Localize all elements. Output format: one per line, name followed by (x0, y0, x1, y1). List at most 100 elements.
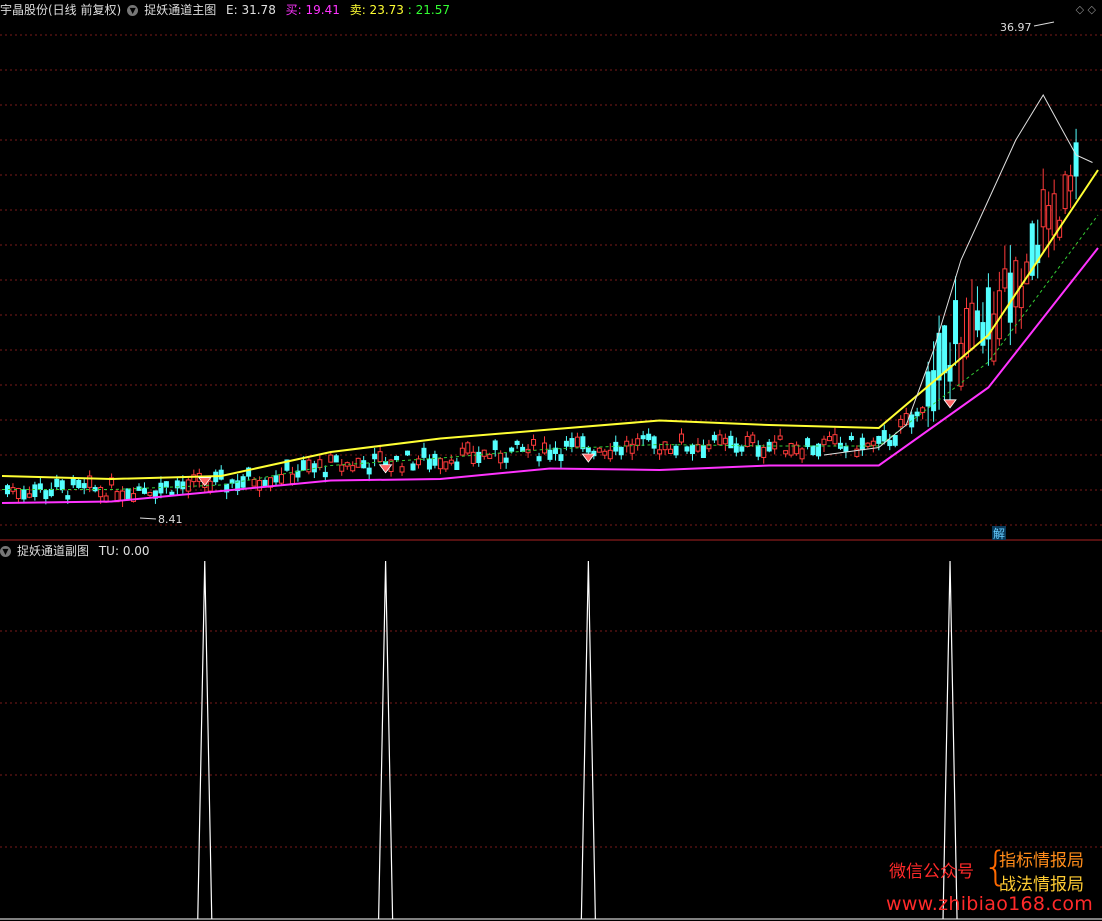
candle (936, 315, 942, 410)
candle (268, 477, 274, 492)
candle (32, 481, 38, 501)
candle (859, 433, 865, 456)
candle-body (953, 300, 959, 345)
candle (448, 454, 454, 466)
candle-body (328, 454, 334, 463)
candle (668, 444, 674, 454)
candle (542, 436, 548, 455)
candle-body (1051, 193, 1057, 236)
jie-badge: 解 (993, 527, 1005, 541)
candle-body (563, 440, 569, 447)
candle (470, 445, 476, 467)
candle (361, 456, 367, 469)
candle-body (1007, 272, 1013, 323)
candle-body (273, 475, 279, 483)
candle-body (459, 447, 465, 456)
candle-body (251, 479, 257, 487)
candle (21, 485, 27, 503)
candle-body (394, 455, 400, 461)
candle (607, 443, 613, 462)
candle (136, 483, 142, 491)
candle-body (898, 418, 904, 428)
candle (503, 452, 509, 469)
watermark-left: 微信公众号 (889, 862, 974, 882)
candle (963, 297, 969, 360)
candle (4, 483, 10, 498)
candle-body (311, 463, 317, 473)
candle (925, 361, 931, 427)
candle (328, 451, 334, 463)
candle-body (322, 471, 328, 478)
candle (558, 448, 564, 468)
candle-body (443, 461, 449, 470)
candle (333, 454, 339, 463)
candle (87, 470, 93, 493)
candle-body (925, 371, 931, 407)
candle-body (32, 484, 38, 498)
tu-spike (378, 560, 394, 920)
candle (454, 457, 460, 471)
candle (26, 486, 32, 499)
candle-body (158, 482, 164, 494)
candle-body (43, 490, 49, 500)
candle (744, 431, 750, 448)
watermark-right-1: 指标情报局 (999, 851, 1084, 871)
tu-spike (580, 560, 596, 920)
candle-body (339, 464, 345, 472)
candle-body (289, 473, 295, 485)
candle (947, 342, 953, 404)
candle (996, 271, 1002, 346)
candle-body (470, 451, 476, 464)
candle-body (618, 446, 624, 456)
main-chart[interactable]: 36.97 8.41 解 (0, 0, 1102, 541)
candle-body (700, 445, 706, 459)
candle (10, 483, 16, 495)
candle (832, 427, 838, 447)
candle-body (454, 461, 460, 471)
candle (755, 440, 761, 461)
candle (679, 428, 685, 445)
candle (59, 479, 65, 494)
candle-body (843, 446, 849, 452)
candle-body (903, 413, 909, 426)
candle-body (657, 449, 663, 455)
candle-body (766, 441, 772, 452)
candle-body (65, 495, 71, 500)
candle-body (788, 443, 794, 456)
candle-body (881, 430, 887, 442)
candle (892, 435, 898, 448)
candle-body (689, 444, 695, 455)
candle-body (300, 460, 306, 471)
candle (92, 484, 98, 493)
candle-body (487, 454, 493, 459)
candle-body (70, 478, 76, 486)
candle (942, 324, 948, 401)
candle-body (54, 478, 60, 488)
candle-body (826, 436, 832, 442)
candle-body (21, 489, 27, 500)
candle (848, 432, 854, 442)
candle-body (1068, 175, 1074, 192)
candle (377, 444, 383, 462)
candle-body (717, 434, 723, 446)
candle (711, 431, 717, 444)
candle-body (602, 450, 608, 456)
candle-body (761, 446, 767, 458)
gem-icon (581, 453, 596, 463)
candle (854, 445, 860, 458)
candle-body (673, 445, 679, 456)
candle (870, 437, 876, 453)
candle-body (76, 479, 82, 488)
candle-body (744, 436, 750, 447)
candle (794, 441, 800, 456)
candle-body (503, 457, 509, 463)
candle-body (180, 481, 186, 490)
candle-body (59, 480, 65, 491)
candle-body (448, 459, 454, 464)
candle-body (722, 437, 728, 445)
candle (531, 434, 537, 451)
candle-body (509, 447, 515, 452)
candle-body (711, 434, 717, 441)
candle (777, 428, 783, 441)
candle-body (399, 466, 405, 473)
